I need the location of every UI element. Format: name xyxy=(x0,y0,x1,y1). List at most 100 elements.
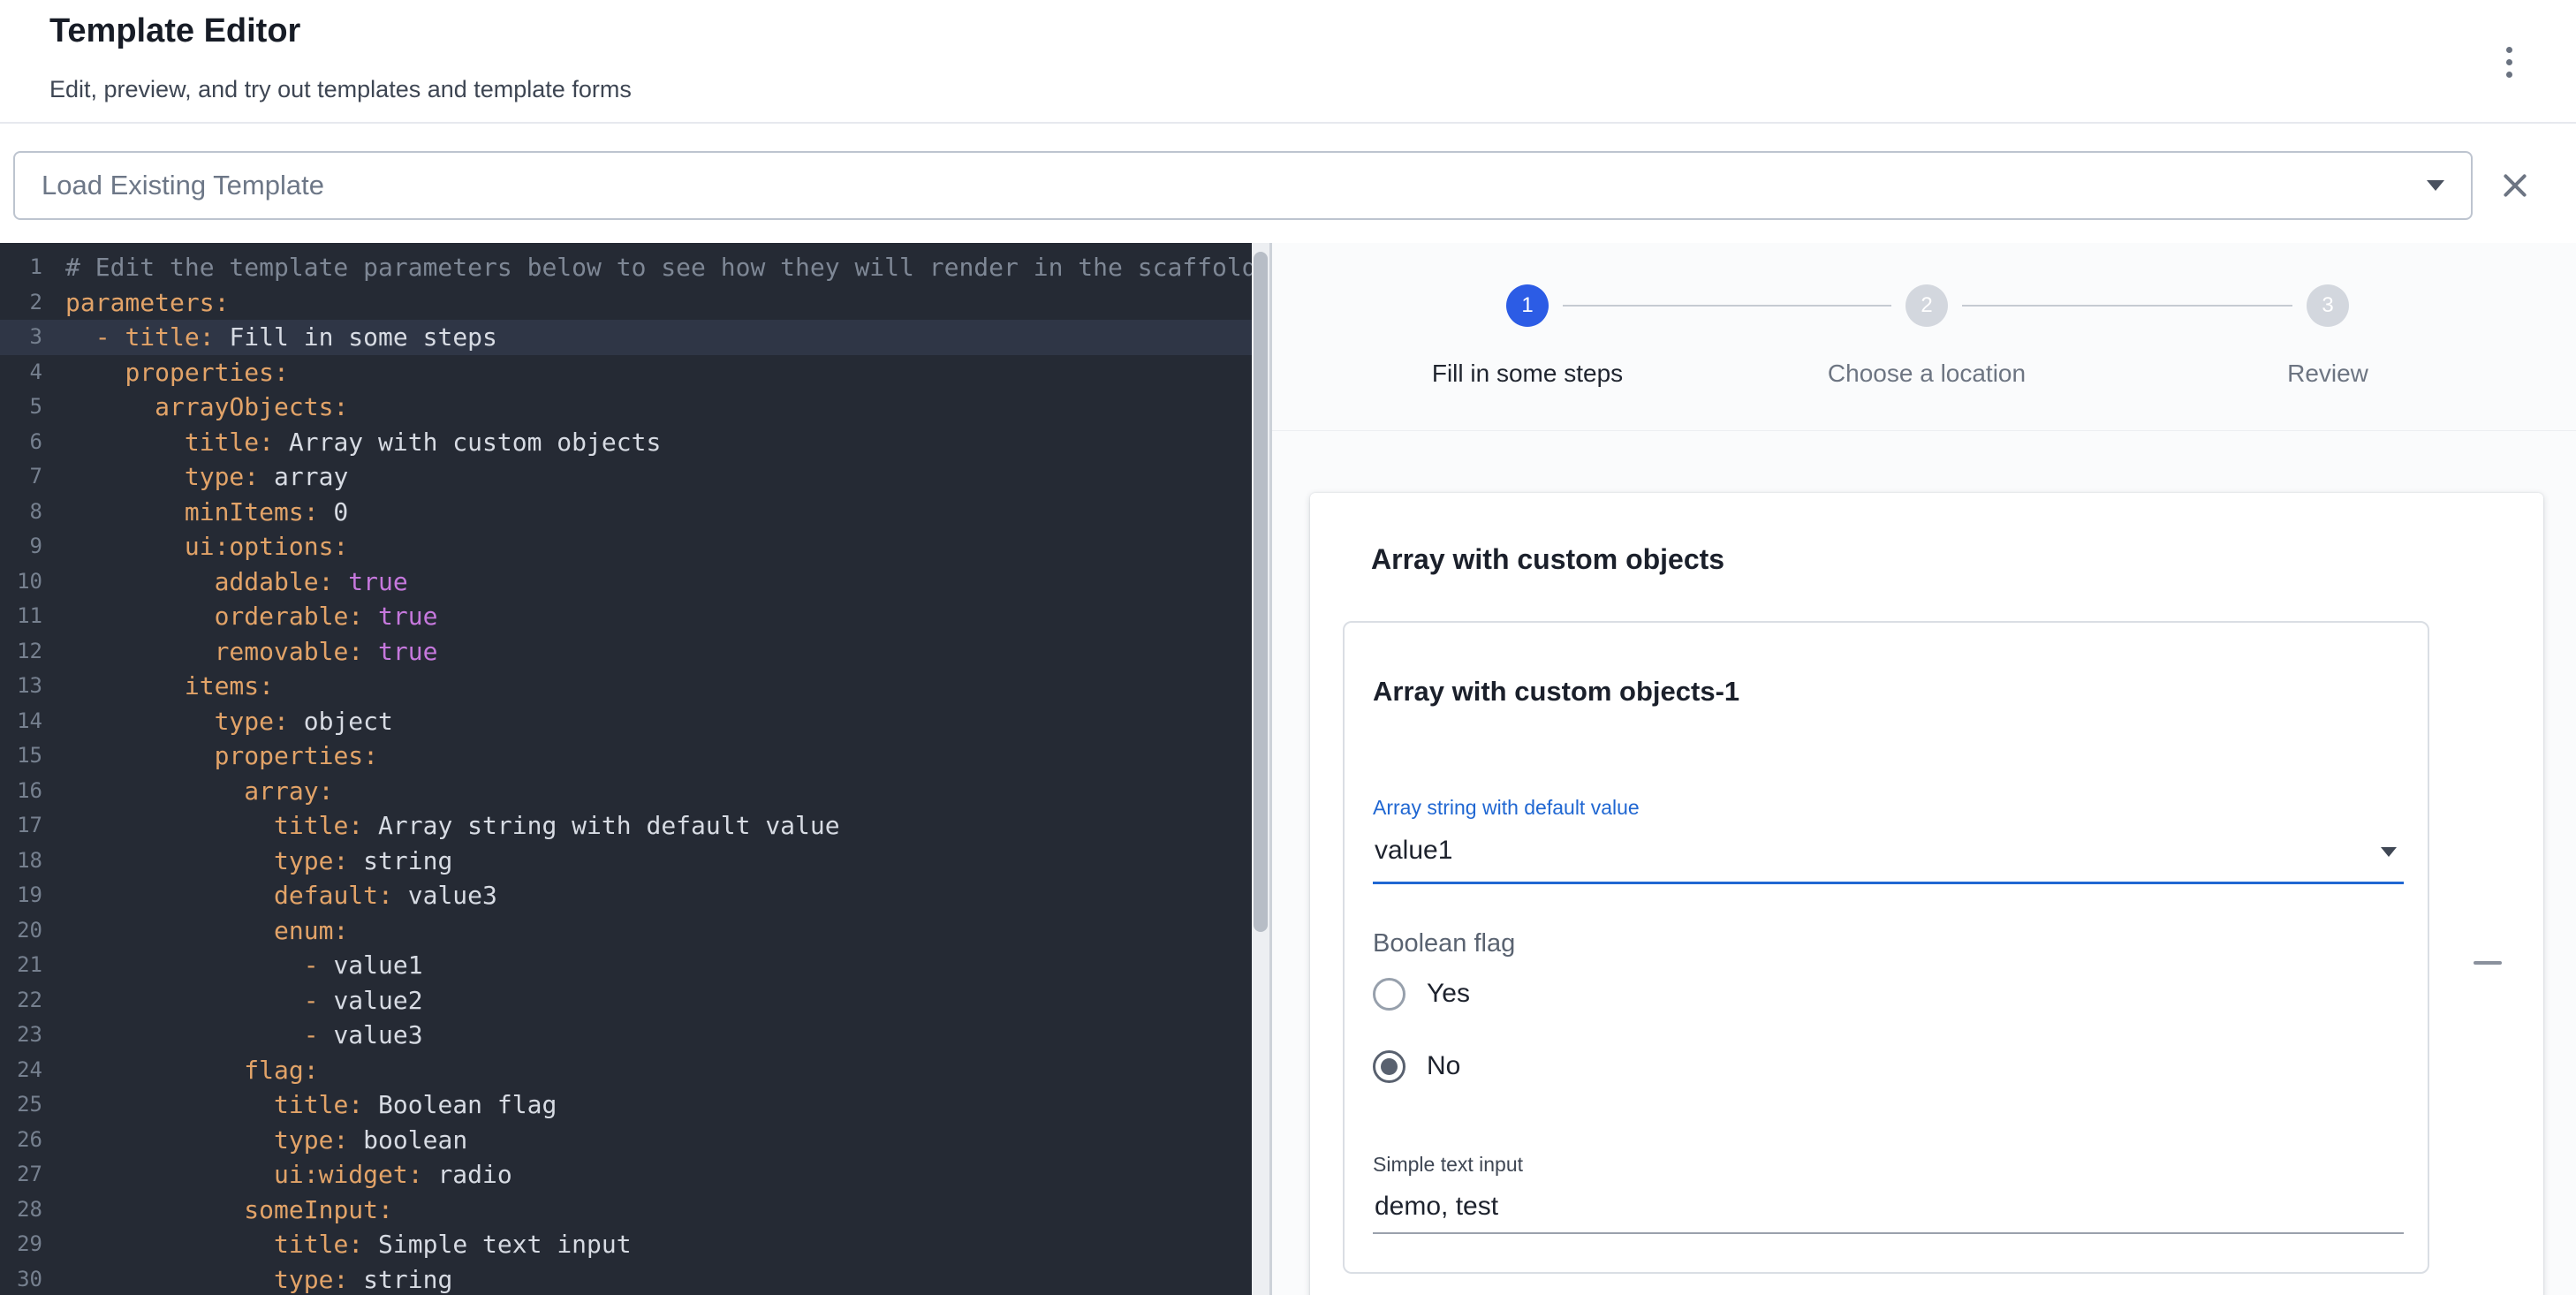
yaml-editor[interactable]: 1# Edit the template parameters below to… xyxy=(0,243,1269,1295)
line-number: 7 xyxy=(0,459,42,495)
code-line: 12 removable: true xyxy=(0,634,1269,670)
dropdown-arrow-icon xyxy=(2427,180,2444,191)
line-number: 24 xyxy=(0,1053,42,1088)
caret-down-icon xyxy=(2381,847,2397,857)
more-options-button[interactable] xyxy=(2481,34,2537,90)
editor-scrollbar-thumb[interactable] xyxy=(1254,252,1268,932)
code-line: 27 ui:widget: radio xyxy=(0,1157,1269,1193)
line-number: 12 xyxy=(0,634,42,670)
code-line: 6 title: Array with custom objects xyxy=(0,425,1269,460)
code-line: 30 type: string xyxy=(0,1262,1269,1295)
line-number: 8 xyxy=(0,495,42,530)
step-connector xyxy=(1563,305,1891,307)
code-line: 14 type: object xyxy=(0,704,1269,739)
page-title: Template Editor xyxy=(49,12,300,50)
clear-selection-button[interactable] xyxy=(2489,160,2541,211)
code-line: 2parameters: xyxy=(0,285,1269,321)
step-2-circle: 2 xyxy=(1905,284,1948,327)
select-underline xyxy=(1373,882,2404,884)
stepper: 1 2 3 Fill in some steps Choose a locati… xyxy=(1272,243,2576,431)
simple-text-input[interactable]: demo, test xyxy=(1373,1179,2404,1234)
code-line: 25 title: Boolean flag xyxy=(0,1087,1269,1123)
radio-unchecked-icon xyxy=(1373,978,1405,1011)
line-number: 28 xyxy=(0,1193,42,1228)
form-preview-card: Array with custom objects Array with cus… xyxy=(1310,493,2543,1295)
step-3-label: Review xyxy=(2287,360,2368,388)
step-3-circle: 3 xyxy=(2307,284,2349,327)
code-line: 22 - value2 xyxy=(0,983,1269,1019)
code-line: 10 addable: true xyxy=(0,564,1269,600)
kebab-menu-icon xyxy=(2506,59,2512,65)
code-line: 13 items: xyxy=(0,669,1269,704)
code-line: 19 default: value3 xyxy=(0,878,1269,913)
array-string-select[interactable]: value1 xyxy=(1373,824,2404,884)
line-number: 15 xyxy=(0,738,42,774)
radio-no-label: No xyxy=(1427,1051,1460,1081)
array-item-card: Array with custom objects-1 Array string… xyxy=(1343,621,2429,1274)
text-field-value: demo, test xyxy=(1375,1192,1498,1222)
line-number: 9 xyxy=(0,529,42,564)
code-line: 9 ui:options: xyxy=(0,529,1269,564)
code-line: 16 array: xyxy=(0,774,1269,809)
select-field-value: value1 xyxy=(1375,836,1452,866)
editor-scrollbar[interactable] xyxy=(1252,243,1269,1295)
line-number: 25 xyxy=(0,1087,42,1123)
form-section-title: Array with custom objects xyxy=(1371,543,1724,576)
page-subtitle: Edit, preview, and try out templates and… xyxy=(49,76,632,103)
radio-checked-icon xyxy=(1373,1050,1405,1083)
code-line: 17 title: Array string with default valu… xyxy=(0,808,1269,844)
code-line: 26 type: boolean xyxy=(0,1123,1269,1158)
line-number: 18 xyxy=(0,844,42,879)
line-number: 22 xyxy=(0,983,42,1019)
select-placeholder: Load Existing Template xyxy=(42,170,324,201)
line-number: 21 xyxy=(0,948,42,983)
line-number: 29 xyxy=(0,1227,42,1262)
line-number: 2 xyxy=(0,285,42,321)
page-header: Template Editor Edit, preview, and try o… xyxy=(0,0,2576,124)
radio-option-yes[interactable]: Yes xyxy=(1373,971,1470,1017)
line-number: 16 xyxy=(0,774,42,809)
code-line: 20 enum: xyxy=(0,913,1269,949)
code-line: 3 - title: Fill in some steps xyxy=(0,320,1269,355)
code-line: 1# Edit the template parameters below to… xyxy=(0,250,1269,285)
load-template-select[interactable]: Load Existing Template xyxy=(13,151,2473,220)
minus-icon xyxy=(2474,961,2502,965)
text-field-label: Simple text input xyxy=(1373,1153,1523,1177)
close-icon xyxy=(2500,170,2530,201)
step-connector xyxy=(1962,305,2292,307)
line-number: 19 xyxy=(0,878,42,913)
line-number: 30 xyxy=(0,1262,42,1295)
radio-option-no[interactable]: No xyxy=(1373,1043,1460,1089)
radio-yes-label: Yes xyxy=(1427,979,1470,1009)
code-line: 4 properties: xyxy=(0,355,1269,390)
code-line: 28 someInput: xyxy=(0,1193,1269,1228)
line-number: 5 xyxy=(0,390,42,425)
code-line: 24 flag: xyxy=(0,1053,1269,1088)
line-number: 3 xyxy=(0,320,42,355)
array-item-title: Array with custom objects-1 xyxy=(1373,676,1739,708)
line-number: 1 xyxy=(0,250,42,285)
line-number: 27 xyxy=(0,1157,42,1193)
code-line: 7 type: array xyxy=(0,459,1269,495)
code-line: 15 properties: xyxy=(0,738,1269,774)
code-line: 8 minItems: 0 xyxy=(0,495,1269,530)
step-1-circle: 1 xyxy=(1506,284,1549,327)
line-number: 11 xyxy=(0,599,42,634)
line-number: 4 xyxy=(0,355,42,390)
text-input-underline xyxy=(1373,1232,2404,1234)
radio-group-label: Boolean flag xyxy=(1373,929,1515,958)
line-number: 6 xyxy=(0,425,42,460)
code-line: 21 - value1 xyxy=(0,948,1269,983)
line-number: 14 xyxy=(0,704,42,739)
code-line: 5 arrayObjects: xyxy=(0,390,1269,425)
code-line: 18 type: string xyxy=(0,844,1269,879)
select-field-label: Array string with default value xyxy=(1373,796,1640,820)
step-1-label: Fill in some steps xyxy=(1432,360,1623,388)
step-2-label: Choose a location xyxy=(1828,360,2026,388)
line-number: 23 xyxy=(0,1018,42,1053)
remove-item-button[interactable] xyxy=(2459,935,2516,991)
line-number: 10 xyxy=(0,564,42,600)
line-number: 20 xyxy=(0,913,42,949)
preview-panel: 1 2 3 Fill in some steps Choose a locati… xyxy=(1272,243,2576,1295)
code-line: 11 orderable: true xyxy=(0,599,1269,634)
